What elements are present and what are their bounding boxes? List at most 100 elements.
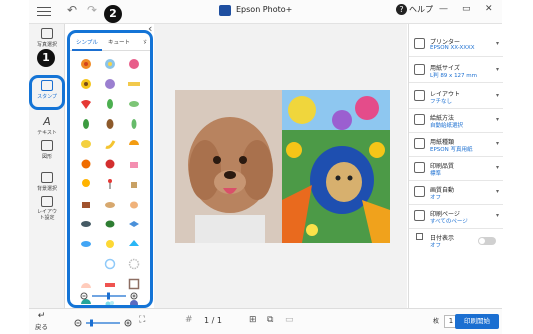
stamp-green-leaf[interactable] [98,97,122,111]
stamp-pin[interactable] [98,177,122,191]
tab-cute[interactable]: キュート [108,38,130,46]
stamp-purple-flower[interactable] [98,77,122,91]
back-button[interactable]: ↵ 戻る [35,312,48,332]
rail-item-photo-select[interactable]: 写真選択 [29,28,65,48]
print-quality-icon [414,162,425,173]
rail-item-shape[interactable]: 図形 [29,140,65,160]
stamp-zoom-slider[interactable] [80,291,140,301]
delete-page-icon[interactable]: ▭ [285,315,294,325]
collapse-panel-icon[interactable]: ‹ [148,22,152,35]
setting-paper-size[interactable]: 用紙サイズ L判 89 x 127 mm ▾ [409,58,503,83]
stamp-sunflower[interactable] [74,77,98,91]
layout-icon [414,90,425,101]
minimize-icon[interactable]: — [439,4,448,14]
paper-type-icon [414,138,425,149]
help-button[interactable]: ? ヘルプ [396,4,433,15]
stamp-fish[interactable] [74,237,98,251]
rail-item-background[interactable]: 背景選択 [29,172,65,192]
stamp-panel: シンプル キュート ゞ [67,30,153,308]
stamp-blue-flower[interactable] [98,57,122,71]
copies-unit: 枚 [433,318,440,325]
stamp-strawberry[interactable] [74,97,98,111]
stamp-yellow-ribbon[interactable] [122,77,146,91]
chevron-down-icon: ▾ [495,40,499,47]
tab-simple[interactable]: シンプル [76,38,98,46]
stamp-moon[interactable] [74,257,98,271]
print-pages-icon [414,210,425,221]
paper-source-icon [414,114,425,125]
stamp-sea-shell[interactable] [74,277,98,291]
background-icon [41,172,53,183]
setting-paper-type[interactable]: 用紙種類 EPSON 写真用紙 ▾ [409,132,503,157]
rail-item-text[interactable]: A テキスト [29,116,65,136]
stamp-grid [74,57,146,305]
stamp-bird[interactable] [122,217,146,231]
undo-icon[interactable]: ↶ [67,3,77,17]
stamp-pumpkin[interactable] [74,157,98,171]
rail-item-layout[interactable]: レイアウト設定 [29,196,65,221]
redo-icon[interactable]: ↷ [87,3,97,17]
chevron-down-icon: ▾ [495,66,499,73]
stamp-balloon[interactable] [74,177,98,191]
stamp-cat[interactable] [122,197,146,211]
bottom-bar: ↵ 戻る ⛶ # 1 / 1 ⊞ ⧉ ▭ 1 枚 印刷開始 [29,308,502,334]
stamp-chick[interactable] [98,237,122,251]
tab-more[interactable]: ゞ [142,38,148,46]
stamp-deer[interactable] [122,177,146,191]
print-settings-panel: プリンター EPSON XX-XXXX ▾ 用紙サイズ L判 89 x 127 … [408,24,503,308]
paper-size-icon [414,64,425,75]
date-stamp-toggle[interactable] [478,237,496,245]
stamp-banana[interactable] [98,137,122,151]
stamp-orange-flower[interactable] [74,57,98,71]
menu-icon[interactable] [37,4,51,18]
canvas-zoom-slider[interactable] [74,318,134,328]
shape-icon [41,140,53,151]
photo-select-icon [41,28,53,39]
stamp-lemon[interactable] [74,137,98,151]
stamp-pink-rose[interactable] [122,57,146,71]
add-page-icon[interactable]: ⊞ [249,315,257,325]
app-logo-icon [219,5,231,16]
page-indicator: 1 / 1 [204,316,222,325]
copy-page-icon[interactable]: ⧉ [267,315,273,325]
setting-layout[interactable]: レイアウト フチなし ▾ [409,84,503,109]
stamp-snowflake[interactable] [98,257,122,271]
chevron-down-icon: ▾ [495,164,499,171]
setting-date-stamp: 日付表示 オフ [409,228,503,253]
stamp-cake[interactable] [122,157,146,171]
setting-print-quality[interactable]: 印刷品質 標準 ▾ [409,156,503,181]
stamp-car[interactable] [98,277,122,291]
text-icon: A [43,115,51,128]
stamp-lace-circle[interactable] [122,257,146,271]
stamp-dog[interactable] [98,197,122,211]
close-icon[interactable]: ✕ [485,4,493,14]
stamp-blue-bird[interactable] [122,237,146,251]
active-tab-underline [72,49,102,51]
print-button[interactable]: 印刷開始 [455,314,499,329]
grid-icon[interactable]: # [185,315,193,325]
stamp-fern[interactable] [122,117,146,131]
photo-preview[interactable] [175,90,390,243]
stamp-whale[interactable] [74,217,98,231]
setting-auto-correct[interactable]: 画質自動 オフ ▾ [409,180,503,205]
printer-icon [414,38,425,49]
stamp-tabs: シンプル キュート ゞ [70,33,150,51]
stamp-callout-highlight [29,75,65,110]
date-stamp-checkbox[interactable] [416,233,423,240]
stamp-pinecone[interactable] [98,117,122,131]
stamp-orange-slice[interactable] [122,137,146,151]
setting-print-pages[interactable]: 印刷ページ すべてのページ ▾ [409,204,503,229]
callout-badge-1: 1 [37,49,55,67]
stamp-turtle[interactable] [98,217,122,231]
stamp-tomato[interactable] [98,157,122,171]
stamp-green-leaf-2[interactable] [74,117,98,131]
stamp-frame[interactable] [122,277,146,291]
chevron-down-icon: ▾ [495,212,499,219]
callout-badge-2: 2 [104,5,122,23]
setting-paper-source[interactable]: 給紙方法 自動給紙選択 ▾ [409,108,503,133]
stamp-mint-leaves[interactable] [122,97,146,111]
fit-screen-icon[interactable]: ⛶ [139,315,145,325]
setting-printer[interactable]: プリンター EPSON XX-XXXX ▾ [409,32,503,57]
maximize-icon[interactable]: ▭ [462,4,471,14]
stamp-horse[interactable] [74,197,98,211]
